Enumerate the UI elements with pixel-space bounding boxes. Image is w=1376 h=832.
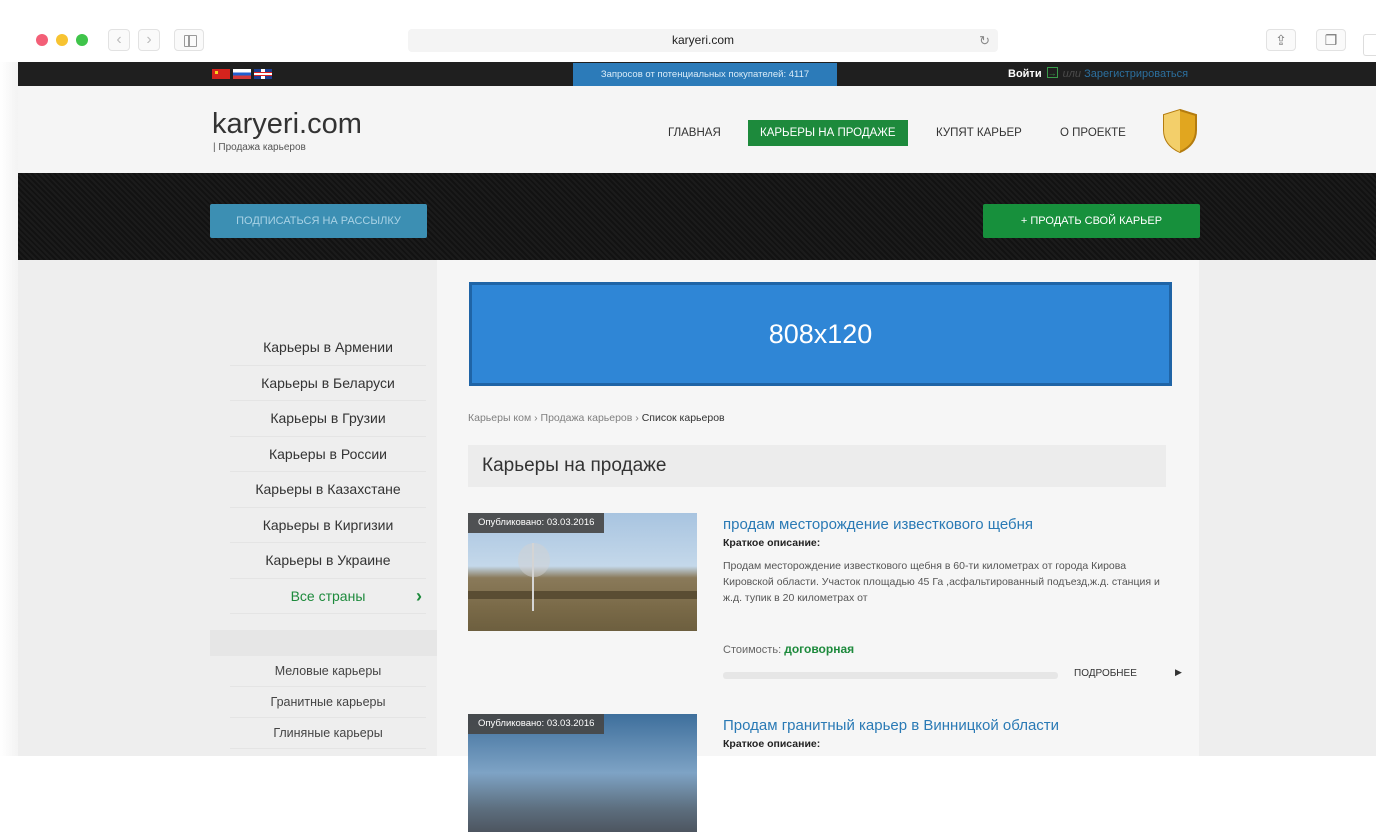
main-column: 808x120 Карьеры ком › Продажа карьеров ›… — [437, 260, 1199, 832]
more-link[interactable]: ПОДРОБНЕЕ — [1074, 668, 1137, 679]
action-band: ПОДПИСАТЬСЯ НА РАССЫЛКУ + ПРОДАТЬ СВОЙ К… — [18, 173, 1376, 260]
register-link[interactable]: Зарегистрироваться — [1084, 68, 1188, 80]
breadcrumb: Карьеры ком › Продажа карьеров › Список … — [468, 412, 725, 424]
country-item-kazakhstan[interactable]: Карьеры в Казахстане — [230, 472, 426, 508]
type-item-granite[interactable]: Гранитные карьеры — [230, 687, 426, 718]
address-bar[interactable]: karyeri.com ↻ — [408, 29, 998, 52]
window-edge — [0, 62, 18, 756]
sidebar: Карьеры в Армении Карьеры в Беларуси Кар… — [210, 260, 437, 756]
zoom-window-button[interactable] — [76, 34, 88, 46]
reload-icon[interactable]: ↻ — [979, 29, 990, 52]
country-item-ukraine[interactable]: Карьеры в Украине — [230, 543, 426, 579]
thumbnail-tree — [518, 543, 562, 611]
site-logo[interactable]: karyeri.com — [212, 108, 362, 140]
published-badge: Опубликовано: 03.03.2016 — [468, 513, 605, 533]
flag-russia-icon[interactable] — [233, 69, 251, 79]
price-label: Стоимость: — [723, 644, 782, 656]
top-bar: Запросов от потенциальных покупателей: 4… — [18, 61, 1376, 86]
listing-thumbnail[interactable]: Опубликовано: 03.03.2016 — [468, 513, 697, 631]
breadcrumb-separator: › — [534, 412, 538, 424]
minimize-window-button[interactable] — [56, 34, 68, 46]
chevron-right-icon: › — [416, 585, 422, 606]
listing-title[interactable]: продам месторождение известкового щебня — [723, 516, 1033, 533]
country-list: Карьеры в Армении Карьеры в Беларуси Кар… — [230, 330, 426, 614]
country-item-belarus[interactable]: Карьеры в Беларуси — [230, 366, 426, 401]
nav-about[interactable]: О ПРОЕКТЕ — [1060, 120, 1126, 146]
nav-buy-quarry[interactable]: КУПЯТ КАРЬЕР — [936, 120, 1022, 146]
price: Стоимость: договорная — [723, 642, 854, 656]
shield-icon — [1163, 108, 1197, 154]
play-arrow-icon[interactable]: ▶ — [1175, 667, 1182, 678]
nav-home[interactable]: ГЛАВНАЯ — [668, 120, 721, 146]
subscribe-button[interactable]: ПОДПИСАТЬСЯ НА РАССЫЛКУ — [210, 204, 427, 238]
page-title: Карьеры на продаже — [482, 455, 667, 476]
breadcrumb-section[interactable]: Продажа карьеров — [541, 412, 633, 424]
description-label: Краткое описание: — [723, 537, 821, 549]
login-link[interactable]: Войти — [1008, 68, 1042, 80]
auth-links: Войти или Зарегистрироваться — [1008, 61, 1188, 86]
site-tagline: | Продажа карьеров — [213, 142, 306, 153]
breadcrumb-current: Список карьеров — [641, 412, 725, 424]
type-item-clay[interactable]: Глиняные карьеры — [230, 718, 426, 749]
listing-title[interactable]: Продам гранитный карьер в Винницкой обла… — [723, 717, 1059, 734]
forward-icon[interactable]: › — [138, 29, 160, 51]
site-header: karyeri.com | Продажа карьеров ГЛАВНАЯ К… — [18, 86, 1376, 173]
breadcrumb-separator: › — [635, 412, 639, 424]
country-item-armenia[interactable]: Карьеры в Армении — [230, 330, 426, 366]
nav-quarries-for-sale[interactable]: КАРЬЕРЫ НА ПРОДАЖЕ — [748, 120, 908, 146]
sidebar-toggle-icon[interactable] — [174, 29, 204, 51]
description-text: Продам месторождение известкового щебня … — [723, 560, 1160, 604]
breadcrumb-home[interactable]: Карьеры ком — [468, 412, 531, 424]
flag-uk-icon[interactable] — [254, 69, 272, 79]
country-item-russia[interactable]: Карьеры в России — [230, 437, 426, 472]
new-tab-edge[interactable] — [1363, 34, 1376, 56]
requests-counter[interactable]: Запросов от потенциальных покупателей: 4… — [573, 63, 837, 86]
quarry-type-list: Меловые карьеры Гранитные карьеры Глинян… — [230, 656, 426, 749]
country-item-kyrgyzstan[interactable]: Карьеры в Киргизии — [230, 508, 426, 543]
login-icon[interactable] — [1046, 61, 1058, 85]
more-divider — [723, 672, 1058, 679]
type-item-chalk[interactable]: Меловые карьеры — [230, 656, 426, 687]
close-window-button[interactable] — [36, 34, 48, 46]
price-value: договорная — [784, 642, 855, 656]
or-text: или — [1062, 68, 1082, 80]
description-label: Краткое описание: — [723, 738, 821, 750]
ad-banner[interactable]: 808x120 — [469, 282, 1172, 386]
listing-thumbnail[interactable]: Опубликовано: 03.03.2016 — [468, 714, 697, 832]
language-flags — [212, 69, 275, 79]
all-countries-link[interactable]: Все страны › — [230, 579, 426, 614]
browser-toolbar: ‹ › karyeri.com ↻ ⇪ ❐ — [0, 0, 1376, 62]
tabs-overview-icon[interactable]: ❐ — [1316, 29, 1346, 51]
all-countries-label: Все страны — [290, 587, 366, 604]
url-text: karyeri.com — [671, 33, 734, 47]
sidebar-divider — [210, 630, 437, 656]
flag-china-icon[interactable] — [212, 69, 230, 79]
published-badge: Опубликовано: 03.03.2016 — [468, 714, 605, 734]
back-icon[interactable]: ‹ — [108, 29, 130, 51]
content-area: Карьеры в Армении Карьеры в Беларуси Кар… — [18, 260, 1376, 832]
share-icon[interactable]: ⇪ — [1266, 29, 1296, 51]
thumbnail-ground — [468, 591, 697, 599]
country-item-georgia[interactable]: Карьеры в Грузии — [230, 401, 426, 437]
page-title-box: Карьеры на продаже — [468, 445, 1166, 487]
sell-quarry-button[interactable]: + ПРОДАТЬ СВОЙ КАРЬЕР — [983, 204, 1200, 238]
